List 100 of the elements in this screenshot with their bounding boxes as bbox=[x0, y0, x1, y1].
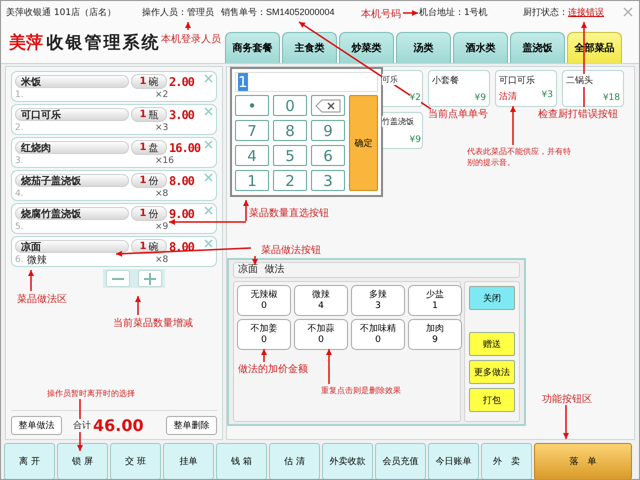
practice-option-button[interactable]: 加肉 9 bbox=[408, 319, 462, 350]
backspace-button[interactable] bbox=[311, 95, 345, 116]
terminal-info: 机台地址：1号机 bbox=[419, 6, 488, 18]
keypad-key[interactable]: 3 bbox=[311, 170, 345, 191]
annotation-arrow bbox=[185, 22, 191, 30]
practice-option-button[interactable]: 不加味精 0 bbox=[351, 319, 405, 350]
annotation-label: 操作员暂时离开时的选择 bbox=[47, 388, 135, 399]
shop-name: 美萍收银通 101店（店名） bbox=[5, 6, 116, 18]
keypad-key[interactable]: 9 bbox=[311, 120, 345, 141]
action-button[interactable]: 更多做法 bbox=[469, 360, 515, 384]
annotation-arrow bbox=[403, 10, 418, 16]
dish-name-button[interactable]: 烧茄子盖浇饭 bbox=[15, 174, 129, 187]
function-button[interactable]: 交 班 bbox=[110, 443, 161, 479]
function-button[interactable]: 外卖收款 bbox=[322, 443, 373, 479]
category-tab[interactable]: 主食类 bbox=[282, 32, 337, 63]
quantity-button[interactable]: 1 盘 bbox=[131, 140, 167, 155]
close-icon[interactable] bbox=[623, 7, 633, 17]
function-button[interactable]: 锁 屏 bbox=[57, 443, 108, 479]
practice-option-button[interactable]: 微辣 4 bbox=[294, 285, 348, 316]
annotation-label: 本机登录人员 bbox=[161, 32, 221, 46]
category-tab[interactable]: 酒水类 bbox=[453, 32, 508, 63]
quantity-button[interactable]: 1 碗 bbox=[131, 239, 167, 254]
item-index: 4. bbox=[15, 189, 25, 199]
function-button[interactable]: 离 开 bbox=[4, 443, 55, 479]
category-tab[interactable]: 商务套餐 bbox=[225, 32, 280, 63]
annotation-label: 重复点击则是删除效果 bbox=[321, 385, 401, 396]
item-price: 8.00 bbox=[169, 174, 196, 188]
remove-icon[interactable] bbox=[204, 74, 213, 83]
keypad-key[interactable]: 8 bbox=[273, 120, 307, 141]
printer-status-link[interactable]: 连接错误 bbox=[568, 6, 604, 18]
item-price: 9.00 bbox=[169, 206, 196, 220]
action-button[interactable]: 赠送 bbox=[469, 332, 515, 356]
practice-option-button[interactable]: 不加蒜 0 bbox=[294, 319, 348, 350]
keypad-key[interactable]: 2 bbox=[273, 170, 307, 191]
function-button[interactable]: 外 卖 bbox=[481, 443, 532, 479]
practice-option-button[interactable]: 不加姜 0 bbox=[237, 319, 291, 350]
remove-icon[interactable] bbox=[204, 206, 213, 215]
annotation-label: 功能按钮区 bbox=[542, 392, 592, 406]
category-tab[interactable]: 盖浇饭 bbox=[510, 32, 565, 63]
remove-icon[interactable] bbox=[204, 173, 213, 182]
keypad-key[interactable]: 1 bbox=[235, 170, 269, 191]
order-practice-button[interactable]: 整单做法 bbox=[11, 416, 62, 435]
action-button[interactable]: 打包 bbox=[469, 388, 515, 412]
annotation-label: 菜品做法按钮 bbox=[261, 244, 321, 257]
quantity-button[interactable]: 1 瓶 bbox=[131, 107, 167, 122]
order-item-card[interactable]: 米饭 1 碗 2.00 1. ×2 bbox=[11, 71, 217, 102]
annotation-label: 当前点单单号 bbox=[428, 108, 488, 121]
practice-option-button[interactable]: 无辣椒 0 bbox=[237, 285, 291, 316]
dish-name-button[interactable]: 红烧肉 bbox=[15, 141, 129, 154]
keypad-key[interactable]: 5 bbox=[273, 145, 307, 166]
function-button[interactable]: 会员充值 bbox=[375, 443, 426, 479]
printer-status-label: 厨打状态： bbox=[523, 6, 568, 18]
category-tab[interactable]: 炒菜类 bbox=[339, 32, 394, 63]
submit-order-button[interactable]: 落 单 bbox=[534, 443, 632, 479]
menu-card[interactable]: 可口可乐 沽清 ¥3 bbox=[495, 70, 557, 107]
practice-option-button[interactable]: 多辣 3 bbox=[351, 285, 405, 316]
function-button[interactable]: 估 清 bbox=[269, 443, 320, 479]
keypad-key[interactable]: 0 bbox=[273, 95, 307, 116]
item-times: ×3 bbox=[155, 123, 168, 133]
minus-button[interactable] bbox=[106, 270, 130, 287]
dish-name-button[interactable]: 可口可乐 bbox=[15, 108, 129, 121]
function-button[interactable]: 今日账单 bbox=[428, 443, 479, 479]
quantity-button[interactable]: 1 份 bbox=[131, 173, 167, 188]
annotation-label: 做法的加价金额 bbox=[238, 362, 308, 376]
quantity-button[interactable]: 1 碗 bbox=[131, 74, 167, 89]
category-tab[interactable]: 汤类 bbox=[396, 32, 451, 63]
remove-icon[interactable] bbox=[204, 239, 213, 248]
function-button[interactable]: 挂单 bbox=[163, 443, 214, 479]
confirm-button[interactable]: 确定 bbox=[349, 95, 378, 191]
menu-card[interactable]: 竹盖浇饭 ¥9 bbox=[380, 112, 423, 149]
order-item-card[interactable]: 红烧肉 1 盘 16.00 3. ×16 bbox=[11, 137, 217, 168]
function-button[interactable]: 钱 箱 bbox=[216, 443, 267, 479]
dish-name-button[interactable]: 烧腐竹盖浇饭 bbox=[15, 207, 129, 220]
order-item-card[interactable]: 可口可乐 1 瓶 3.00 2. ×3 bbox=[11, 104, 217, 135]
app-title: 收银管理系统 bbox=[46, 33, 160, 53]
quantity-button[interactable]: 1 份 bbox=[131, 206, 167, 221]
menu-card[interactable]: 可乐 ¥2 bbox=[380, 70, 423, 107]
dish-name-button[interactable]: 凉面 bbox=[15, 240, 129, 253]
menu-item-price: ¥2 bbox=[410, 93, 421, 103]
annotation-arrow bbox=[135, 296, 141, 315]
practice-option-button[interactable]: 少盐 1 bbox=[408, 285, 462, 316]
order-number: 销售单号：SM14052000004 bbox=[221, 6, 335, 18]
order-item-card[interactable]: 烧茄子盖浇饭 1 份 8.00 4. ×8 bbox=[11, 170, 217, 201]
menu-card[interactable]: 小套餐 ¥9 bbox=[428, 70, 490, 107]
keypad-key[interactable]: 4 bbox=[235, 145, 269, 166]
annotation-label: 当前菜品数量增减 bbox=[113, 316, 193, 330]
logo-brand: 美萍 bbox=[9, 33, 43, 53]
annotation-label: 检查厨打错误按钮 bbox=[538, 108, 618, 121]
order-delete-button[interactable]: 整单删除 bbox=[166, 416, 217, 435]
order-item-card[interactable]: 烧腐竹盖浇饭 1 份 9.00 5. ×9 bbox=[11, 203, 217, 234]
close-button[interactable]: 关闭 bbox=[469, 286, 515, 310]
remove-icon[interactable] bbox=[204, 140, 213, 149]
keypad-key[interactable]: 7 bbox=[235, 120, 269, 141]
plus-button[interactable] bbox=[138, 270, 162, 287]
remove-icon[interactable] bbox=[204, 107, 213, 116]
item-index: 1. bbox=[15, 90, 25, 100]
keypad-key[interactable]: 6 bbox=[311, 145, 345, 166]
keypad-key[interactable]: • bbox=[235, 95, 269, 116]
menu-card[interactable]: 二锅头 ¥18 bbox=[562, 70, 624, 107]
dish-name-button[interactable]: 米饭 bbox=[15, 75, 129, 88]
